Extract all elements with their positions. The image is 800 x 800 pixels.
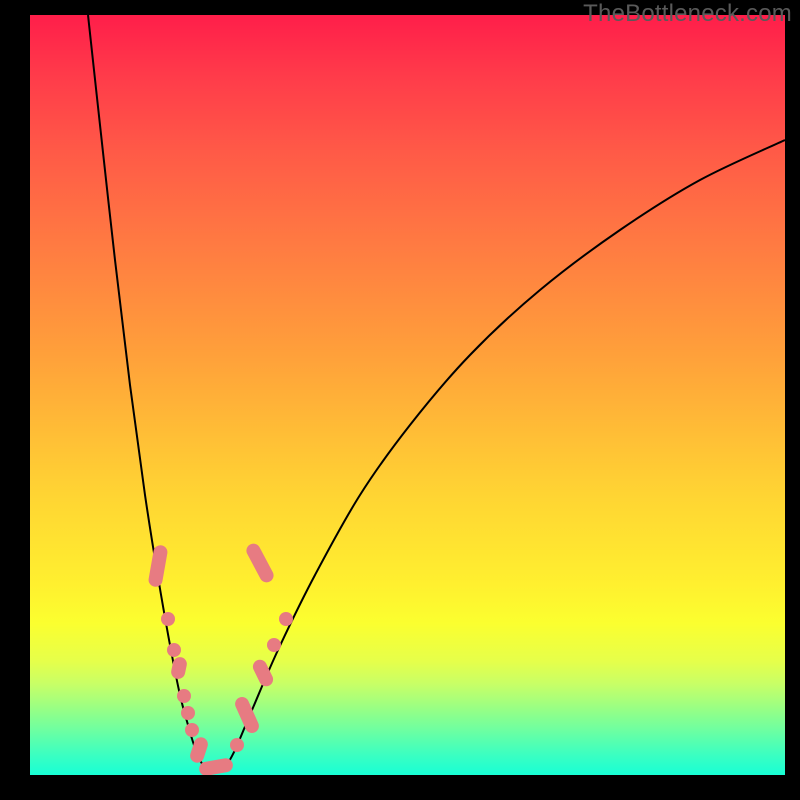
data-marker-dot [181, 706, 195, 720]
attribution-label: TheBottleneck.com [583, 0, 792, 28]
data-marker-dot [230, 738, 244, 752]
data-marker-dot [167, 643, 181, 657]
data-marker-pill [198, 757, 234, 775]
data-marker-dot [279, 612, 293, 626]
curve-left-branch [88, 15, 206, 770]
data-marker-pill [244, 541, 276, 585]
bottleneck-curve [30, 15, 785, 775]
data-markers [147, 541, 293, 775]
data-marker-dot [267, 638, 281, 652]
chart-plot-area [30, 15, 785, 775]
data-marker-dot [177, 689, 191, 703]
data-marker-dot [161, 612, 175, 626]
curve-right-branch [224, 140, 785, 770]
data-marker-dot [185, 723, 199, 737]
data-marker-pill [147, 544, 168, 588]
